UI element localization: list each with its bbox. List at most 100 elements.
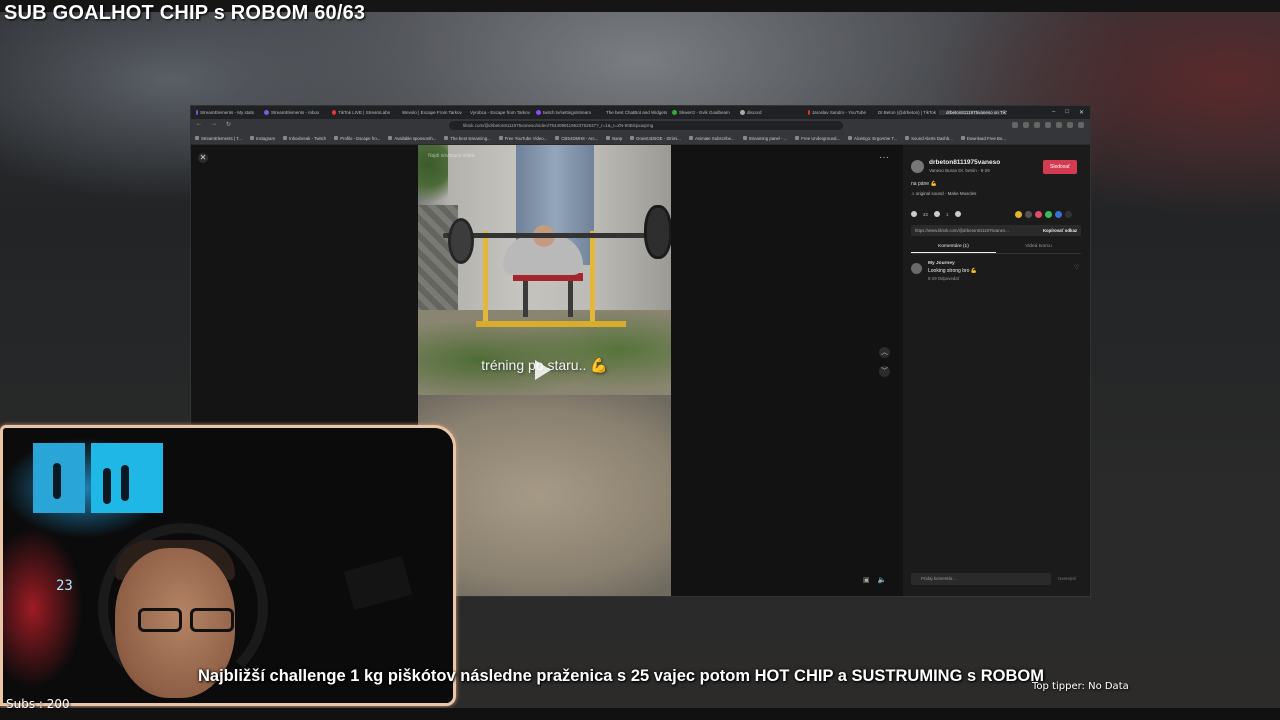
bookmark-item[interactable]: The best streaming... <box>440 136 494 141</box>
chevron-down-icon[interactable]: ﹀ <box>879 366 890 377</box>
share-icon[interactable] <box>1035 211 1042 218</box>
browser-tab[interactable]: twitch.tv/settings/stream <box>531 110 599 115</box>
bookmark-item[interactable]: Animate Subscribe... <box>685 136 739 141</box>
embed-icon[interactable] <box>1015 211 1022 218</box>
video-link-field[interactable]: https://www.tiktok.com/@drbeton8111975va… <box>911 225 1081 236</box>
extension-icon[interactable] <box>1023 122 1029 128</box>
bookmark-item[interactable]: Free Underground... <box>791 136 844 141</box>
friends-icon[interactable] <box>1025 211 1032 218</box>
browser-tab[interactable]: Wevolo | Escape From Tarkov <box>395 110 463 115</box>
post-button[interactable]: Uverejniť <box>1058 573 1076 585</box>
chevron-up-icon[interactable]: ︿ <box>879 347 890 358</box>
reload-icon[interactable]: ↻ <box>226 121 231 128</box>
bookmark-item[interactable]: Instagram <box>246 136 279 141</box>
bookmark-item[interactable]: CBS4DMH8 - Arc... <box>551 136 602 141</box>
bookmark-item[interactable]: Available sponsorsh... <box>384 136 440 141</box>
tab-label: StreamElements - My stats <box>199 110 254 115</box>
comment-icon[interactable] <box>934 211 941 217</box>
bookmark-item[interactable]: Downt4D5GE - Strimi... <box>626 136 685 141</box>
browser-tab[interactable]: Skwerrz - Evik Goalbeam <box>667 110 735 115</box>
url-field[interactable]: tiktok.com/@drbeton8111975vaneso/video/7… <box>449 121 843 130</box>
creator-username[interactable]: drbeton8111975vaneso <box>929 159 1000 166</box>
browser-tab[interactable]: drbeton8111975vaneso on TikTok <box>939 110 1007 115</box>
bookmark-item[interactable]: StreamElements | T... <box>191 136 246 141</box>
heart-icon[interactable] <box>911 211 917 217</box>
bookmark-icon <box>905 136 910 140</box>
close-icon[interactable]: ✕ <box>198 153 208 163</box>
silhouette <box>53 463 61 499</box>
bookmark-item[interactable]: Profilo - Escape fro... <box>330 136 384 141</box>
bookmark-icon <box>795 136 800 140</box>
browser-tab[interactable]: TikTok LIVE | StreamLabs <box>327 110 395 115</box>
webcam-feed: 23 <box>0 425 456 706</box>
video-sidebar: drbeton8111975vaneso Vaneso Buran Dr. be… <box>903 145 1090 596</box>
bookmark-item[interactable]: Streaming panel - ... <box>739 136 792 141</box>
profile-icon[interactable] <box>1067 122 1073 128</box>
follow-button[interactable]: Sledovať <box>1043 160 1077 174</box>
bookmark-icon <box>195 136 199 140</box>
comment-input[interactable]: Pridaj komentár... <box>911 573 1051 585</box>
tab-creator-videos[interactable]: Videá tvorcu <box>996 241 1081 253</box>
browser-tab[interactable]: StreamElements - My stats <box>191 110 259 115</box>
window-controls: – □ ✕ <box>1052 109 1090 116</box>
browser-tab[interactable]: The best ChatBot and Widgets <box>599 110 667 115</box>
bookmark-item[interactable]: Inboxbreak - Twitch <box>279 136 330 141</box>
copy-link-button[interactable]: Kopírovať odkaz <box>1039 225 1077 236</box>
bookmark-label: Free Underground... <box>801 135 840 141</box>
bookmark-label: Instagram <box>255 135 276 141</box>
minimize-icon[interactable]: – <box>1052 109 1055 116</box>
bookmark-label: AlceEgo: ErgoAme T... <box>854 135 898 141</box>
forward-icon[interactable]: → <box>211 121 217 128</box>
avatar[interactable] <box>911 160 924 173</box>
bookmark-item[interactable]: Banp <box>602 136 626 141</box>
play-icon[interactable] <box>535 360 551 380</box>
sound-link[interactable]: ♫ original sound - Make Muscles <box>911 191 976 196</box>
browser-tab[interactable]: StreamElements - Inbox <box>259 110 327 115</box>
bookmark-item[interactable]: Sound Alerts Dashb... <box>901 136 957 141</box>
forward-share-icon[interactable] <box>1065 211 1072 218</box>
bookmark-icon[interactable] <box>954 211 961 217</box>
tab-label: Dr.Beton (@drbeton) | TikTok <box>878 110 937 115</box>
comment-user[interactable]: My Journey <box>928 261 955 266</box>
comment-tabs: Komentáre (1) Videá tvorcu <box>911 241 1081 254</box>
bookmark-icon <box>334 136 339 140</box>
facebook-icon[interactable] <box>1055 211 1062 218</box>
bookmark-icon <box>498 136 503 140</box>
bookmark-icon <box>555 136 560 140</box>
bookmark-label: Streaming panel - ... <box>748 135 788 141</box>
more-options-icon[interactable]: ··· <box>879 153 889 163</box>
bottom-strip <box>0 708 1280 720</box>
tab-label: Vyrobca - Escape from Tarkov <box>470 110 531 115</box>
bookmark-icon <box>249 136 254 140</box>
extension-icon[interactable] <box>1056 122 1062 128</box>
player-controls: ▣ 🔈 <box>863 576 886 584</box>
browser-tab[interactable]: Vyrobca - Escape from Tarkov <box>463 110 531 115</box>
comment-avatar[interactable] <box>911 263 922 274</box>
whatsapp-icon[interactable] <box>1045 211 1052 218</box>
tab-label: Wevolo | Escape From Tarkov <box>402 110 462 115</box>
tab-comments[interactable]: Komentáre (1) <box>911 241 996 253</box>
video-description: na páne 💪 <box>911 181 937 187</box>
extension-icon[interactable] <box>1012 122 1018 128</box>
tab-label: StreamElements - Inbox <box>271 110 320 115</box>
browser-tab[interactable]: Jaroslav Sandro - YouTube <box>803 110 871 115</box>
picture-in-picture-icon[interactable]: ▣ <box>863 576 870 584</box>
menu-icon[interactable] <box>1078 122 1084 128</box>
volume-icon[interactable]: 🔈 <box>878 576 887 584</box>
back-icon[interactable]: ← <box>196 121 202 128</box>
comment-meta[interactable]: 8-29 Odpovedať <box>928 276 959 281</box>
extension-icon[interactable] <box>1045 122 1051 128</box>
bookmark-label: Animate Subscribe... <box>694 135 735 141</box>
browser-tab[interactable]: discord <box>735 110 803 115</box>
bookmark-item[interactable]: Free YouTube Video... <box>495 136 552 141</box>
tab-label: Skwerrz - Evik Goalbeam <box>679 110 730 115</box>
browser-tab[interactable]: Dr.Beton (@drbeton) | TikTok <box>871 110 939 115</box>
comment-like-icon[interactable]: ♡ <box>1074 264 1079 271</box>
extension-icon[interactable] <box>1034 122 1040 128</box>
bookmark-label: StreamElements | T... <box>201 135 242 141</box>
bookmark-item[interactable]: AlceEgo: ErgoAme T... <box>844 136 901 141</box>
maximize-icon[interactable]: □ <box>1065 109 1069 116</box>
close-window-icon[interactable]: ✕ <box>1079 109 1084 116</box>
extension-icons <box>1012 122 1084 128</box>
bookmark-item[interactable]: Download Free Bo... <box>957 136 1010 141</box>
